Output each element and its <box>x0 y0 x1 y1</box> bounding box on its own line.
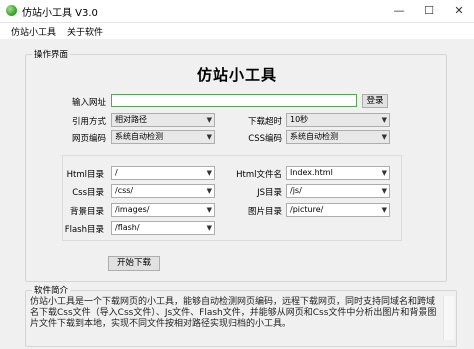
intro-text: 仿站小工具是一个下载网页的小工具，能够自动检测网页编码，远程下载网页，同时支持同… <box>30 297 437 329</box>
css-enc-select[interactable]: 系统自动检测 ▼ <box>286 130 390 144</box>
html-dir-select[interactable]: / ▼ <box>111 166 215 180</box>
pic-dir-select[interactable]: /picture/ ▼ <box>286 203 390 217</box>
url-label: 输入网址 <box>71 98 106 108</box>
menu-bar: 仿站小工具 关于软件 <box>0 23 474 39</box>
ref-select-value: 相对路径 <box>115 115 147 124</box>
ref-select[interactable]: 相对路径 ▼ <box>111 113 215 127</box>
title-bar: 仿站小工具 V3.0 — ☐ ✕ <box>0 0 474 23</box>
pic-dir-select-value: /picture/ <box>290 205 324 214</box>
flash-dir-select-value: /flash/ <box>115 223 140 232</box>
html-file-select-value: Index.html <box>290 168 333 177</box>
chevron-down-icon: ▼ <box>206 133 212 141</box>
timeout-select-value: 10秒 <box>290 115 309 124</box>
bg-dir-select[interactable]: /images/ ▼ <box>111 203 215 217</box>
chevron-down-icon: ▼ <box>206 187 212 195</box>
bg-dir-select-value: /images/ <box>115 205 150 214</box>
page-enc-select-value: 系统自动检测 <box>115 132 163 141</box>
ref-label: 引用方式 <box>71 117 106 127</box>
flash-dir-select[interactable]: /flash/ ▼ <box>111 221 215 235</box>
js-dir-select-value: /js/ <box>290 186 302 195</box>
chevron-down-icon: ▼ <box>381 169 387 177</box>
css-dir-select[interactable]: /css/ ▼ <box>111 184 215 198</box>
intro-group-title: 软件简介 <box>32 284 71 296</box>
close-button[interactable]: ✕ <box>444 0 474 22</box>
menu-item-tool[interactable]: 仿站小工具 <box>11 25 56 38</box>
css-enc-label: CSS编码 <box>248 134 282 144</box>
html-dir-label: Html目录 <box>66 170 104 180</box>
chevron-down-icon: ▼ <box>381 133 387 141</box>
url-input[interactable] <box>111 94 357 107</box>
page-enc-label: 网页编码 <box>71 134 106 144</box>
page-enc-select[interactable]: 系统自动检测 ▼ <box>111 130 215 144</box>
chevron-down-icon: ▼ <box>206 116 212 124</box>
menu-item-about[interactable]: 关于软件 <box>67 25 103 38</box>
js-dir-label: JS目录 <box>257 188 282 198</box>
flash-dir-label: Flash目录 <box>64 225 104 235</box>
css-enc-select-value: 系统自动检测 <box>290 132 338 141</box>
login-button[interactable]: 登录 <box>362 94 388 108</box>
timeout-select[interactable]: 10秒 ▼ <box>286 113 390 127</box>
minimize-button[interactable]: — <box>384 0 414 22</box>
js-dir-select[interactable]: /js/ ▼ <box>286 184 390 198</box>
chevron-down-icon: ▼ <box>381 206 387 214</box>
html-file-select[interactable]: Index.html ▼ <box>286 166 390 180</box>
html-file-label: Html文件名 <box>236 170 282 180</box>
pic-dir-label: 图片目录 <box>247 207 282 217</box>
css-dir-select-value: /css/ <box>115 186 134 195</box>
chevron-down-icon: ▼ <box>206 206 212 214</box>
start-download-button[interactable]: 开始下载 <box>108 256 160 271</box>
window-title: 仿站小工具 V3.0 <box>22 8 98 19</box>
timeout-label: 下载超时 <box>247 117 282 127</box>
intro-scrollbar[interactable] <box>443 296 454 340</box>
maximize-button[interactable]: ☐ <box>414 0 444 22</box>
operation-group-title: 操作界面 <box>32 48 71 60</box>
chevron-down-icon: ▼ <box>206 169 212 177</box>
css-dir-label: Css目录 <box>72 188 104 198</box>
chevron-down-icon: ▼ <box>206 224 212 232</box>
chevron-down-icon: ▼ <box>381 116 387 124</box>
bg-dir-label: 背景目录 <box>69 207 104 217</box>
html-dir-select-value: / <box>115 168 118 177</box>
app-icon <box>6 5 17 16</box>
chevron-down-icon: ▼ <box>381 187 387 195</box>
page-title: 仿站小工具 <box>196 66 277 84</box>
